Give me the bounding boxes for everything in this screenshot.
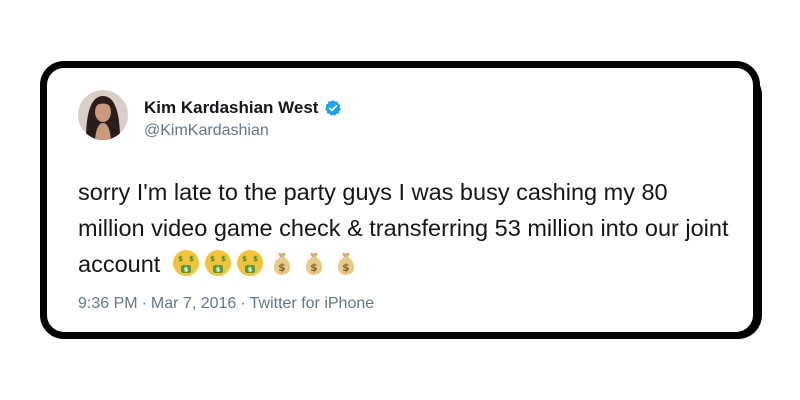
emoji-group: $ $ $ $ $ $ $ $ $ $ $ $	[171, 248, 361, 278]
svg-text:$: $	[242, 255, 247, 263]
money-bag-icon: $	[267, 248, 297, 278]
meta-separator: ·	[240, 295, 246, 312]
svg-text:$: $	[253, 255, 258, 263]
svg-text:$: $	[216, 266, 221, 274]
money-bag-icon: $	[299, 248, 329, 278]
tweet-body: sorry I'm late to the party guys I was b…	[78, 174, 738, 282]
tweet-date[interactable]: Mar 7, 2016	[151, 295, 236, 312]
svg-text:$: $	[210, 255, 215, 263]
tweet-time[interactable]: 9:36 PM	[78, 295, 138, 312]
svg-text:$: $	[221, 255, 226, 263]
avatar[interactable]	[78, 90, 128, 140]
verified-badge-icon	[324, 99, 342, 117]
money-bag-icon: $	[331, 248, 361, 278]
author-row: Kim Kardashian West	[144, 98, 342, 118]
money-mouth-face-icon: $ $ $	[203, 248, 233, 278]
svg-text:$: $	[248, 266, 253, 274]
author-name[interactable]: Kim Kardashian West	[144, 98, 318, 118]
svg-text:$: $	[189, 255, 194, 263]
svg-text:$: $	[342, 261, 350, 274]
tweet-source[interactable]: Twitter for iPhone	[250, 295, 375, 312]
author-handle[interactable]: @KimKardashian	[144, 121, 269, 141]
money-mouth-face-icon: $ $ $	[235, 248, 265, 278]
tweet-card: Kim Kardashian West @KimKardashian sorry…	[40, 61, 760, 339]
svg-text:$: $	[178, 255, 183, 263]
meta-separator: ·	[141, 295, 147, 312]
tweet-screenshot: Kim Kardashian West @KimKardashian sorry…	[0, 0, 800, 400]
money-mouth-face-icon: $ $ $	[171, 248, 201, 278]
svg-text:$: $	[310, 261, 318, 274]
svg-text:$: $	[278, 261, 286, 274]
svg-text:$: $	[184, 266, 189, 274]
tweet-meta: 9:36 PM · Mar 7, 2016 · Twitter for iPhone	[78, 294, 374, 314]
